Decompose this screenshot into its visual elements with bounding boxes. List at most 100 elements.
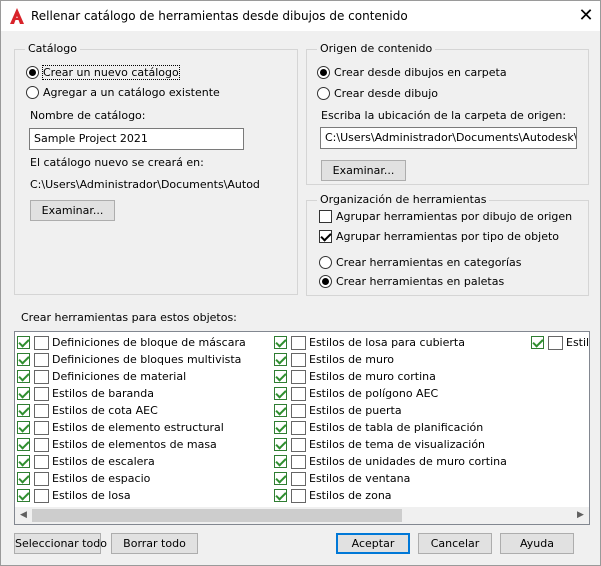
object-style-icon [34, 335, 49, 350]
object-checkbox[interactable] [274, 438, 287, 451]
horizontal-scrollbar[interactable]: ◀ ▶ [15, 507, 589, 524]
object-checkbox[interactable] [274, 455, 287, 468]
radio-existing-catalog-label: Agregar a un catálogo existente [43, 86, 220, 99]
source-folder-label: Escriba la ubicación de la carpeta de or… [321, 109, 567, 122]
radio-in-palettes-indicator[interactable] [319, 275, 332, 288]
radio-existing-catalog[interactable]: Agregar a un catálogo existente [26, 86, 220, 99]
object-style-icon [548, 335, 563, 350]
object-checkbox[interactable] [17, 353, 30, 366]
scroll-left-icon[interactable]: ◀ [15, 507, 32, 524]
radio-new-catalog-indicator[interactable] [26, 66, 39, 79]
radio-new-catalog[interactable]: Crear un nuevo catálogo [26, 65, 180, 80]
object-list-item[interactable]: Estilos de cota AEC [17, 402, 246, 419]
scroll-right-icon[interactable]: ▶ [572, 507, 589, 524]
radio-existing-catalog-indicator[interactable] [26, 86, 39, 99]
object-list-item[interactable]: Estilos de tema de visualización [274, 436, 507, 453]
object-checkbox[interactable] [274, 353, 287, 366]
group-by-type-box[interactable] [319, 230, 332, 243]
catalog-legend: Catálogo [25, 42, 80, 55]
source-browse-button[interactable]: Examinar... [321, 160, 406, 181]
object-list-item[interactable]: Estilos de losa para cubierta [274, 334, 507, 351]
object-checkbox[interactable] [17, 404, 30, 417]
radio-in-categories-indicator[interactable] [319, 256, 332, 269]
object-label: Estilos de escalera [52, 455, 155, 468]
object-checkbox[interactable] [17, 472, 30, 485]
object-list-item[interactable]: Estilos de muro cortina [274, 368, 507, 385]
object-checkbox[interactable] [17, 336, 30, 349]
object-style-icon [291, 471, 306, 486]
object-list-item[interactable]: Estilos de ventana [274, 470, 507, 487]
object-label: Estilos de elementos de masa [52, 438, 217, 451]
object-label: Definiciones de bloques multivista [52, 353, 242, 366]
group-by-drawing-checkbox[interactable]: Agrupar herramientas por dibujo de orige… [319, 210, 572, 223]
close-icon[interactable]: ✕ [573, 4, 599, 28]
object-style-icon [291, 437, 306, 452]
object-style-icon [34, 454, 49, 469]
object-list-item[interactable]: Estilos de elemento estructural [17, 419, 246, 436]
object-label: Estilos de polígono AEC [309, 387, 439, 400]
object-checkbox[interactable] [274, 489, 287, 502]
scroll-thumb[interactable] [32, 509, 402, 522]
object-checkbox[interactable] [17, 489, 30, 502]
object-list-item[interactable]: Estilos de puerta [274, 402, 507, 419]
object-list-item[interactable]: Estilos de espacio [17, 470, 246, 487]
radio-new-catalog-label: Crear un nuevo catálogo [42, 65, 180, 80]
radio-from-drawing[interactable]: Crear desde dibujo [317, 87, 438, 100]
radio-in-categories[interactable]: Crear herramientas en categorías [319, 256, 521, 269]
group-by-type-checkbox[interactable]: Agrupar herramientas por tipo de objeto [319, 230, 559, 243]
object-style-icon [34, 352, 49, 367]
radio-in-palettes-label: Crear herramientas en paletas [336, 275, 505, 288]
object-list-item[interactable]: Estilos de escalera [17, 453, 246, 470]
radio-from-folder[interactable]: Crear desde dibujos en carpeta [317, 66, 507, 79]
source-folder-field[interactable]: C:\Users\Administrador\Documents\Autodes… [320, 127, 577, 149]
objects-label: Crear herramientas para estos objetos: [21, 311, 237, 324]
object-list-item[interactable]: Estilos de tabla de planificación [274, 419, 507, 436]
catalog-name-field[interactable]: Sample Project 2021 [29, 128, 244, 150]
object-checkbox[interactable] [274, 472, 287, 485]
object-list-item[interactable]: Estilos de polígono AEC [274, 385, 507, 402]
object-label: Estilos de losa para cubierta [309, 336, 465, 349]
object-list-item[interactable]: Definiciones de bloques multivista [17, 351, 246, 368]
object-label: Estilos de tabla de planificación [309, 421, 484, 434]
objects-listbox[interactable]: Definiciones de bloque de máscara Definic… [14, 331, 590, 525]
object-list-item[interactable]: Definiciones de bloque de máscara [17, 334, 246, 351]
help-button[interactable]: Ayuda [500, 533, 574, 554]
catalog-browse-button[interactable]: Examinar... [30, 200, 115, 221]
object-label: Estilos de ventana [309, 472, 411, 485]
radio-from-folder-indicator[interactable] [317, 66, 330, 79]
object-label: Estilos de losa [52, 489, 131, 502]
object-style-icon [291, 386, 306, 401]
clear-all-button[interactable]: Borrar todo [111, 533, 198, 554]
object-label: Estilos de puerta [309, 404, 402, 417]
object-checkbox[interactable] [274, 387, 287, 400]
object-checkbox[interactable] [17, 387, 30, 400]
ok-button[interactable]: Aceptar [336, 533, 410, 554]
select-all-button[interactable]: Seleccionar todo [14, 533, 107, 554]
radio-from-drawing-indicator[interactable] [317, 87, 330, 100]
object-style-icon [34, 437, 49, 452]
object-list-item[interactable]: Estilos de losa [17, 487, 246, 504]
object-list-item[interactable]: Estilos de elementos de masa [17, 436, 246, 453]
object-list-item[interactable]: Estilos de baranda [17, 385, 246, 402]
object-checkbox[interactable] [531, 336, 544, 349]
object-checkbox[interactable] [274, 421, 287, 434]
object-checkbox[interactable] [17, 455, 30, 468]
object-list-item[interactable]: Definiciones de material [17, 368, 246, 385]
object-list-item[interactable]: Estilos de unidades de muro cortina [274, 453, 507, 470]
object-style-icon [291, 352, 306, 367]
object-checkbox[interactable] [274, 404, 287, 417]
object-checkbox[interactable] [17, 438, 30, 451]
cancel-button[interactable]: Cancelar [418, 533, 492, 554]
object-style-icon [34, 488, 49, 503]
object-label: Estilos de muro cortina [309, 370, 436, 383]
object-list-item[interactable]: Estilos de muro [274, 351, 507, 368]
object-checkbox[interactable] [17, 370, 30, 383]
object-list-item[interactable]: Estilo [531, 334, 589, 351]
object-checkbox[interactable] [274, 370, 287, 383]
group-by-drawing-box[interactable] [319, 210, 332, 223]
object-label: Definiciones de bloque de máscara [52, 336, 246, 349]
object-checkbox[interactable] [274, 336, 287, 349]
object-list-item[interactable]: Estilos de zona [274, 487, 507, 504]
object-checkbox[interactable] [17, 421, 30, 434]
radio-in-palettes[interactable]: Crear herramientas en paletas [319, 275, 504, 288]
